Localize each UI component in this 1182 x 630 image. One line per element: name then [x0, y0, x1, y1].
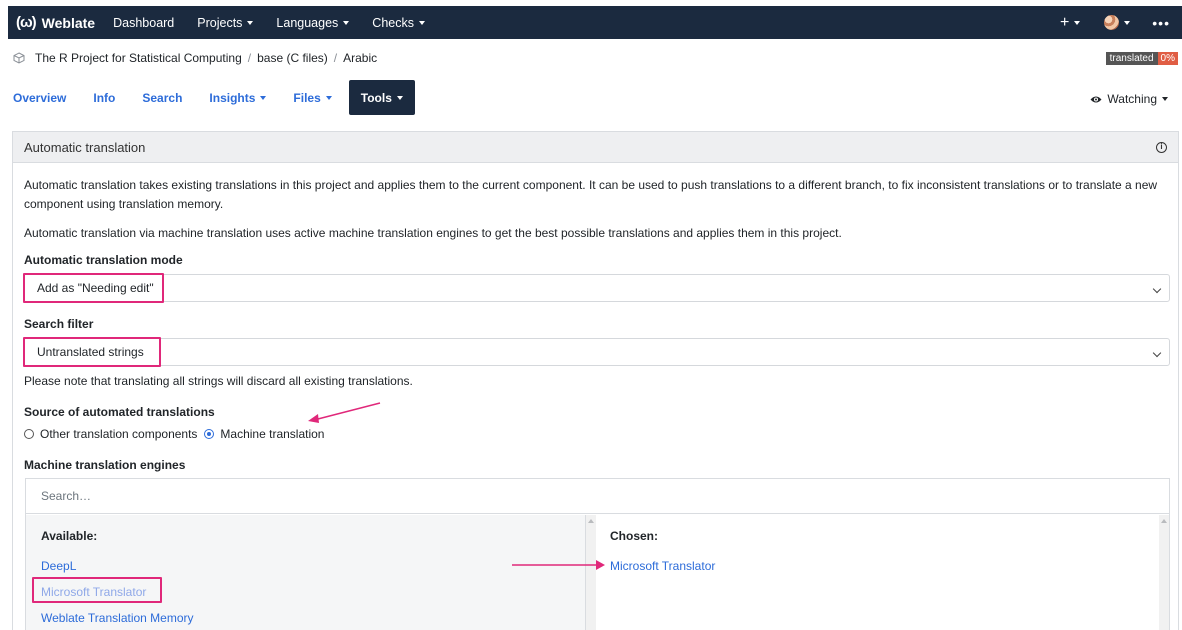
radio-other-components-label[interactable]: Other translation components [40, 427, 197, 441]
tab-overview-label: Overview [13, 90, 67, 105]
breadcrumb-language[interactable]: Arabic [343, 51, 377, 65]
tab-files-label: Files [293, 90, 321, 105]
top-navbar: (ω) Weblate Dashboard Projects Languages… [8, 6, 1182, 39]
tab-info-label: Info [93, 90, 116, 105]
plus-icon: + [1059, 13, 1070, 31]
navbar-right: + ••• [1060, 6, 1182, 39]
tab-search[interactable]: Search [142, 91, 182, 105]
more-menu-button[interactable]: ••• [1152, 15, 1170, 31]
filter-label: Search filter [24, 317, 94, 331]
breadcrumb-project[interactable]: The R Project for Statistical Computing [35, 51, 242, 65]
nav-projects-label: Projects [197, 15, 243, 30]
cube-icon [13, 52, 25, 64]
weblate-logo-icon: (ω) [16, 14, 37, 31]
brand[interactable]: (ω) Weblate [16, 14, 95, 31]
caret-down-icon [260, 95, 267, 100]
scroll-up-icon [1161, 519, 1167, 523]
tab-files[interactable]: Files [293, 90, 332, 105]
engine-deepl[interactable]: DeepL [41, 559, 76, 573]
tab-insights-label: Insights [209, 90, 256, 105]
caret-down-icon [1124, 20, 1131, 25]
component-tabs: Overview Info Search Insights Files Tool… [13, 80, 442, 115]
available-scrollbar[interactable] [586, 515, 596, 630]
chosen-scrollbar[interactable] [1159, 515, 1169, 630]
caret-down-icon [247, 20, 254, 25]
tab-overview[interactable]: Overview [13, 91, 66, 105]
status-badge-label: translated [1105, 52, 1158, 65]
chosen-microsoft-translator[interactable]: Microsoft Translator [610, 559, 715, 573]
caret-down-icon [418, 20, 425, 25]
engines-label: Machine translation engines [24, 458, 186, 472]
automatic-translation-panel: Automatic translation i Automatic transl… [12, 131, 1179, 630]
machine-translation-note: Automatic translation via machine transl… [24, 226, 842, 240]
panel-header: Automatic translation i [13, 132, 1178, 163]
chosen-title: Chosen: [610, 529, 658, 543]
intro-line-1: Automatic translation takes existing tra… [24, 178, 1158, 192]
nav-languages-label: Languages [276, 15, 339, 30]
main-menu: Dashboard Projects Languages Checks [113, 16, 448, 30]
watching-button[interactable]: Watching [1090, 92, 1168, 106]
breadcrumb: The R Project for Statistical Computing … [13, 51, 377, 65]
radio-other-components[interactable] [24, 429, 34, 439]
user-menu-button[interactable] [1104, 15, 1131, 30]
chevron-down-icon [1152, 348, 1162, 358]
chosen-list: Chosen: Microsoft Translator [596, 515, 1158, 630]
available-title: Available: [41, 529, 98, 543]
eye-icon [1090, 96, 1102, 102]
mode-label: Automatic translation mode [24, 253, 183, 267]
tab-info[interactable]: Info [93, 91, 115, 105]
brand-name: Weblate [41, 14, 96, 31]
tab-search-label: Search [142, 90, 183, 105]
watching-label: Watching [1107, 92, 1157, 106]
radio-machine-translation-label[interactable]: Machine translation [220, 427, 324, 441]
engines-search-input[interactable]: Search… [26, 479, 1169, 514]
nav-projects[interactable]: Projects [197, 15, 254, 30]
caret-down-icon [1074, 20, 1081, 25]
filter-select[interactable]: Untranslated strings [23, 338, 1170, 366]
caret-down-icon [396, 95, 403, 100]
nav-dashboard-label: Dashboard [113, 15, 175, 30]
highlight-box [32, 577, 162, 603]
info-icon[interactable]: i [1156, 142, 1167, 153]
tab-tools-label: Tools [360, 90, 392, 105]
intro-line-2: component using translation memory. [24, 197, 224, 211]
radio-machine-translation[interactable] [204, 429, 215, 439]
nav-checks-label: Checks [372, 15, 414, 30]
status-badge-value: 0% [1157, 52, 1178, 65]
add-menu-button[interactable]: + [1059, 13, 1081, 32]
status-badge[interactable]: translated 0% [1105, 52, 1178, 65]
caret-down-icon [1162, 97, 1168, 101]
filter-note: Please note that translating all strings… [24, 374, 413, 388]
highlight-box [23, 337, 161, 367]
highlight-box [23, 273, 164, 303]
chevron-down-icon [1152, 284, 1162, 294]
breadcrumb-separator: / [333, 51, 338, 65]
engines-selector: Search… Available: DeepL Microsoft Trans… [25, 478, 1170, 630]
tab-insights[interactable]: Insights [209, 90, 267, 105]
caret-down-icon [343, 20, 350, 25]
scroll-up-icon [588, 519, 594, 523]
panel-title: Automatic translation [24, 139, 146, 155]
tab-tools[interactable]: Tools [348, 80, 415, 115]
available-list: Available: DeepL Microsoft Translator We… [26, 515, 586, 630]
breadcrumb-component[interactable]: base (C files) [257, 51, 328, 65]
engine-weblate-memory[interactable]: Weblate Translation Memory [41, 611, 194, 625]
nav-checks[interactable]: Checks [372, 16, 425, 30]
source-radio-group: Other translation components Machine tra… [24, 427, 331, 441]
breadcrumb-separator: / [247, 51, 252, 65]
nav-dashboard[interactable]: Dashboard [113, 16, 174, 30]
caret-down-icon [325, 95, 332, 100]
mode-select[interactable]: Add as "Needing edit" [23, 274, 1170, 302]
source-label: Source of automated translations [24, 405, 215, 419]
avatar [1104, 15, 1120, 30]
nav-languages[interactable]: Languages [276, 15, 350, 30]
